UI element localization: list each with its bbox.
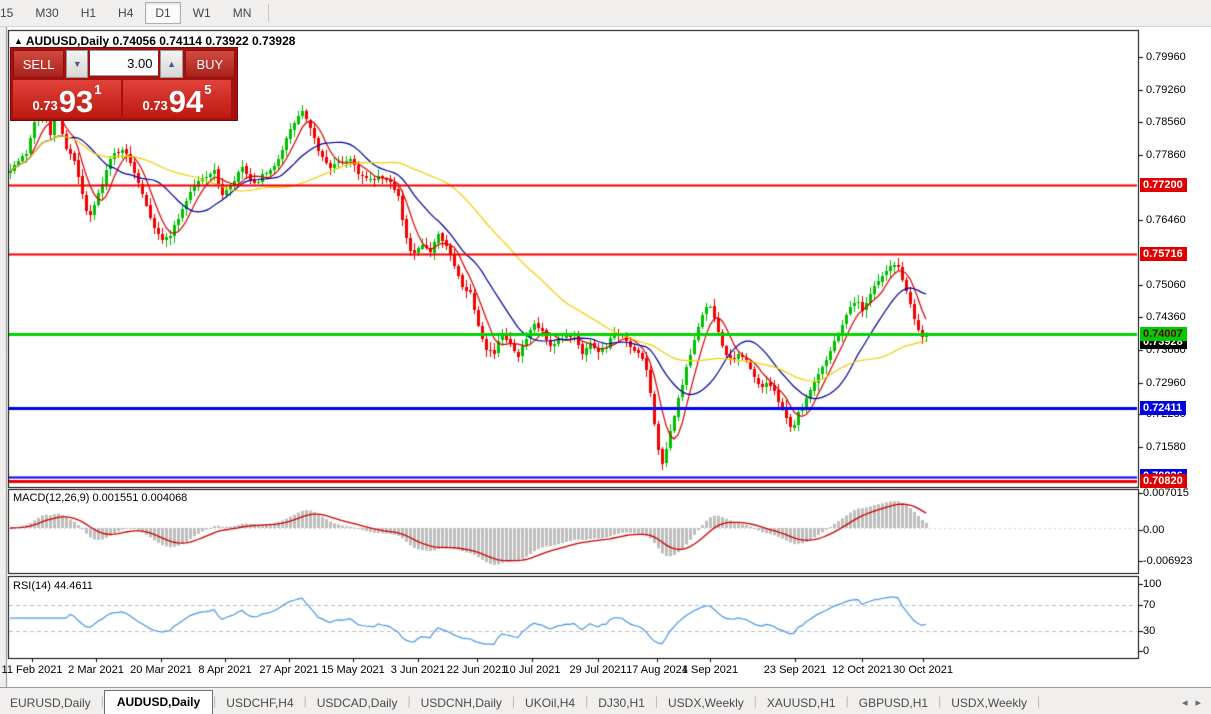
timeframe-button-d1[interactable]: D1 [145, 2, 181, 24]
tabs-scroll-left-icon[interactable]: ◂ [1182, 696, 1188, 709]
tab-audusd-daily[interactable]: AUDUSD,Daily [103, 690, 214, 714]
tab-eurusd-daily[interactable]: EURUSD,Daily [0, 692, 101, 714]
tab-usdx-weekly[interactable]: USDX,Weekly [658, 692, 754, 714]
timeframe-toolbar: 15 M30 H1 H4 D1 W1 MN [0, 0, 1211, 27]
toolbar-separator [268, 4, 270, 22]
tab-usdchf-h4[interactable]: USDCHF,H4 [216, 692, 303, 714]
timeframe-button-mn[interactable]: MN [223, 2, 262, 24]
tab-ukoil-h4[interactable]: UKOil,H4 [515, 692, 585, 714]
tab-separator: | [1037, 693, 1041, 708]
buy-price-box[interactable]: 0.73 94 5 [123, 80, 231, 118]
volume-input[interactable] [90, 50, 159, 76]
timeframe-button-m30[interactable]: M30 [25, 2, 68, 24]
one-click-trading-panel: SELL ▼ ▲ BUY 0.73931 0.73945 [10, 47, 238, 121]
tabs-scroll-right-icon[interactable]: ▸ [1195, 696, 1201, 709]
symbol-tab-bar: EURUSD,Daily | AUDUSD,Daily | USDCHF,H4 | USDC… [0, 687, 1211, 714]
tab-dj30-h1[interactable]: DJ30,H1 [588, 692, 655, 714]
tab-xauusd-h1[interactable]: XAUUSD,H1 [757, 692, 846, 714]
tab-gbpusd-h1[interactable]: GBPUSD,H1 [849, 692, 938, 714]
volume-down-button[interactable]: ▼ [66, 50, 89, 78]
timeframe-button-15[interactable]: 15 [0, 2, 23, 24]
tab-usdcad-daily[interactable]: USDCAD,Daily [307, 692, 408, 714]
timeframe-button-h1[interactable]: H1 [71, 2, 106, 24]
volume-up-button[interactable]: ▲ [160, 50, 183, 78]
tab-usdcnh-daily[interactable]: USDCNH,Daily [411, 692, 512, 714]
sell-price-box[interactable]: 0.73 93 1 [13, 80, 121, 118]
timeframe-button-w1[interactable]: W1 [183, 2, 221, 24]
sell-button[interactable]: SELL [13, 50, 65, 78]
timeframe-button-h4[interactable]: H4 [108, 2, 143, 24]
buy-button[interactable]: BUY [184, 50, 235, 78]
tab-usdx-weekly[interactable]: USDX,Weekly [941, 692, 1037, 714]
